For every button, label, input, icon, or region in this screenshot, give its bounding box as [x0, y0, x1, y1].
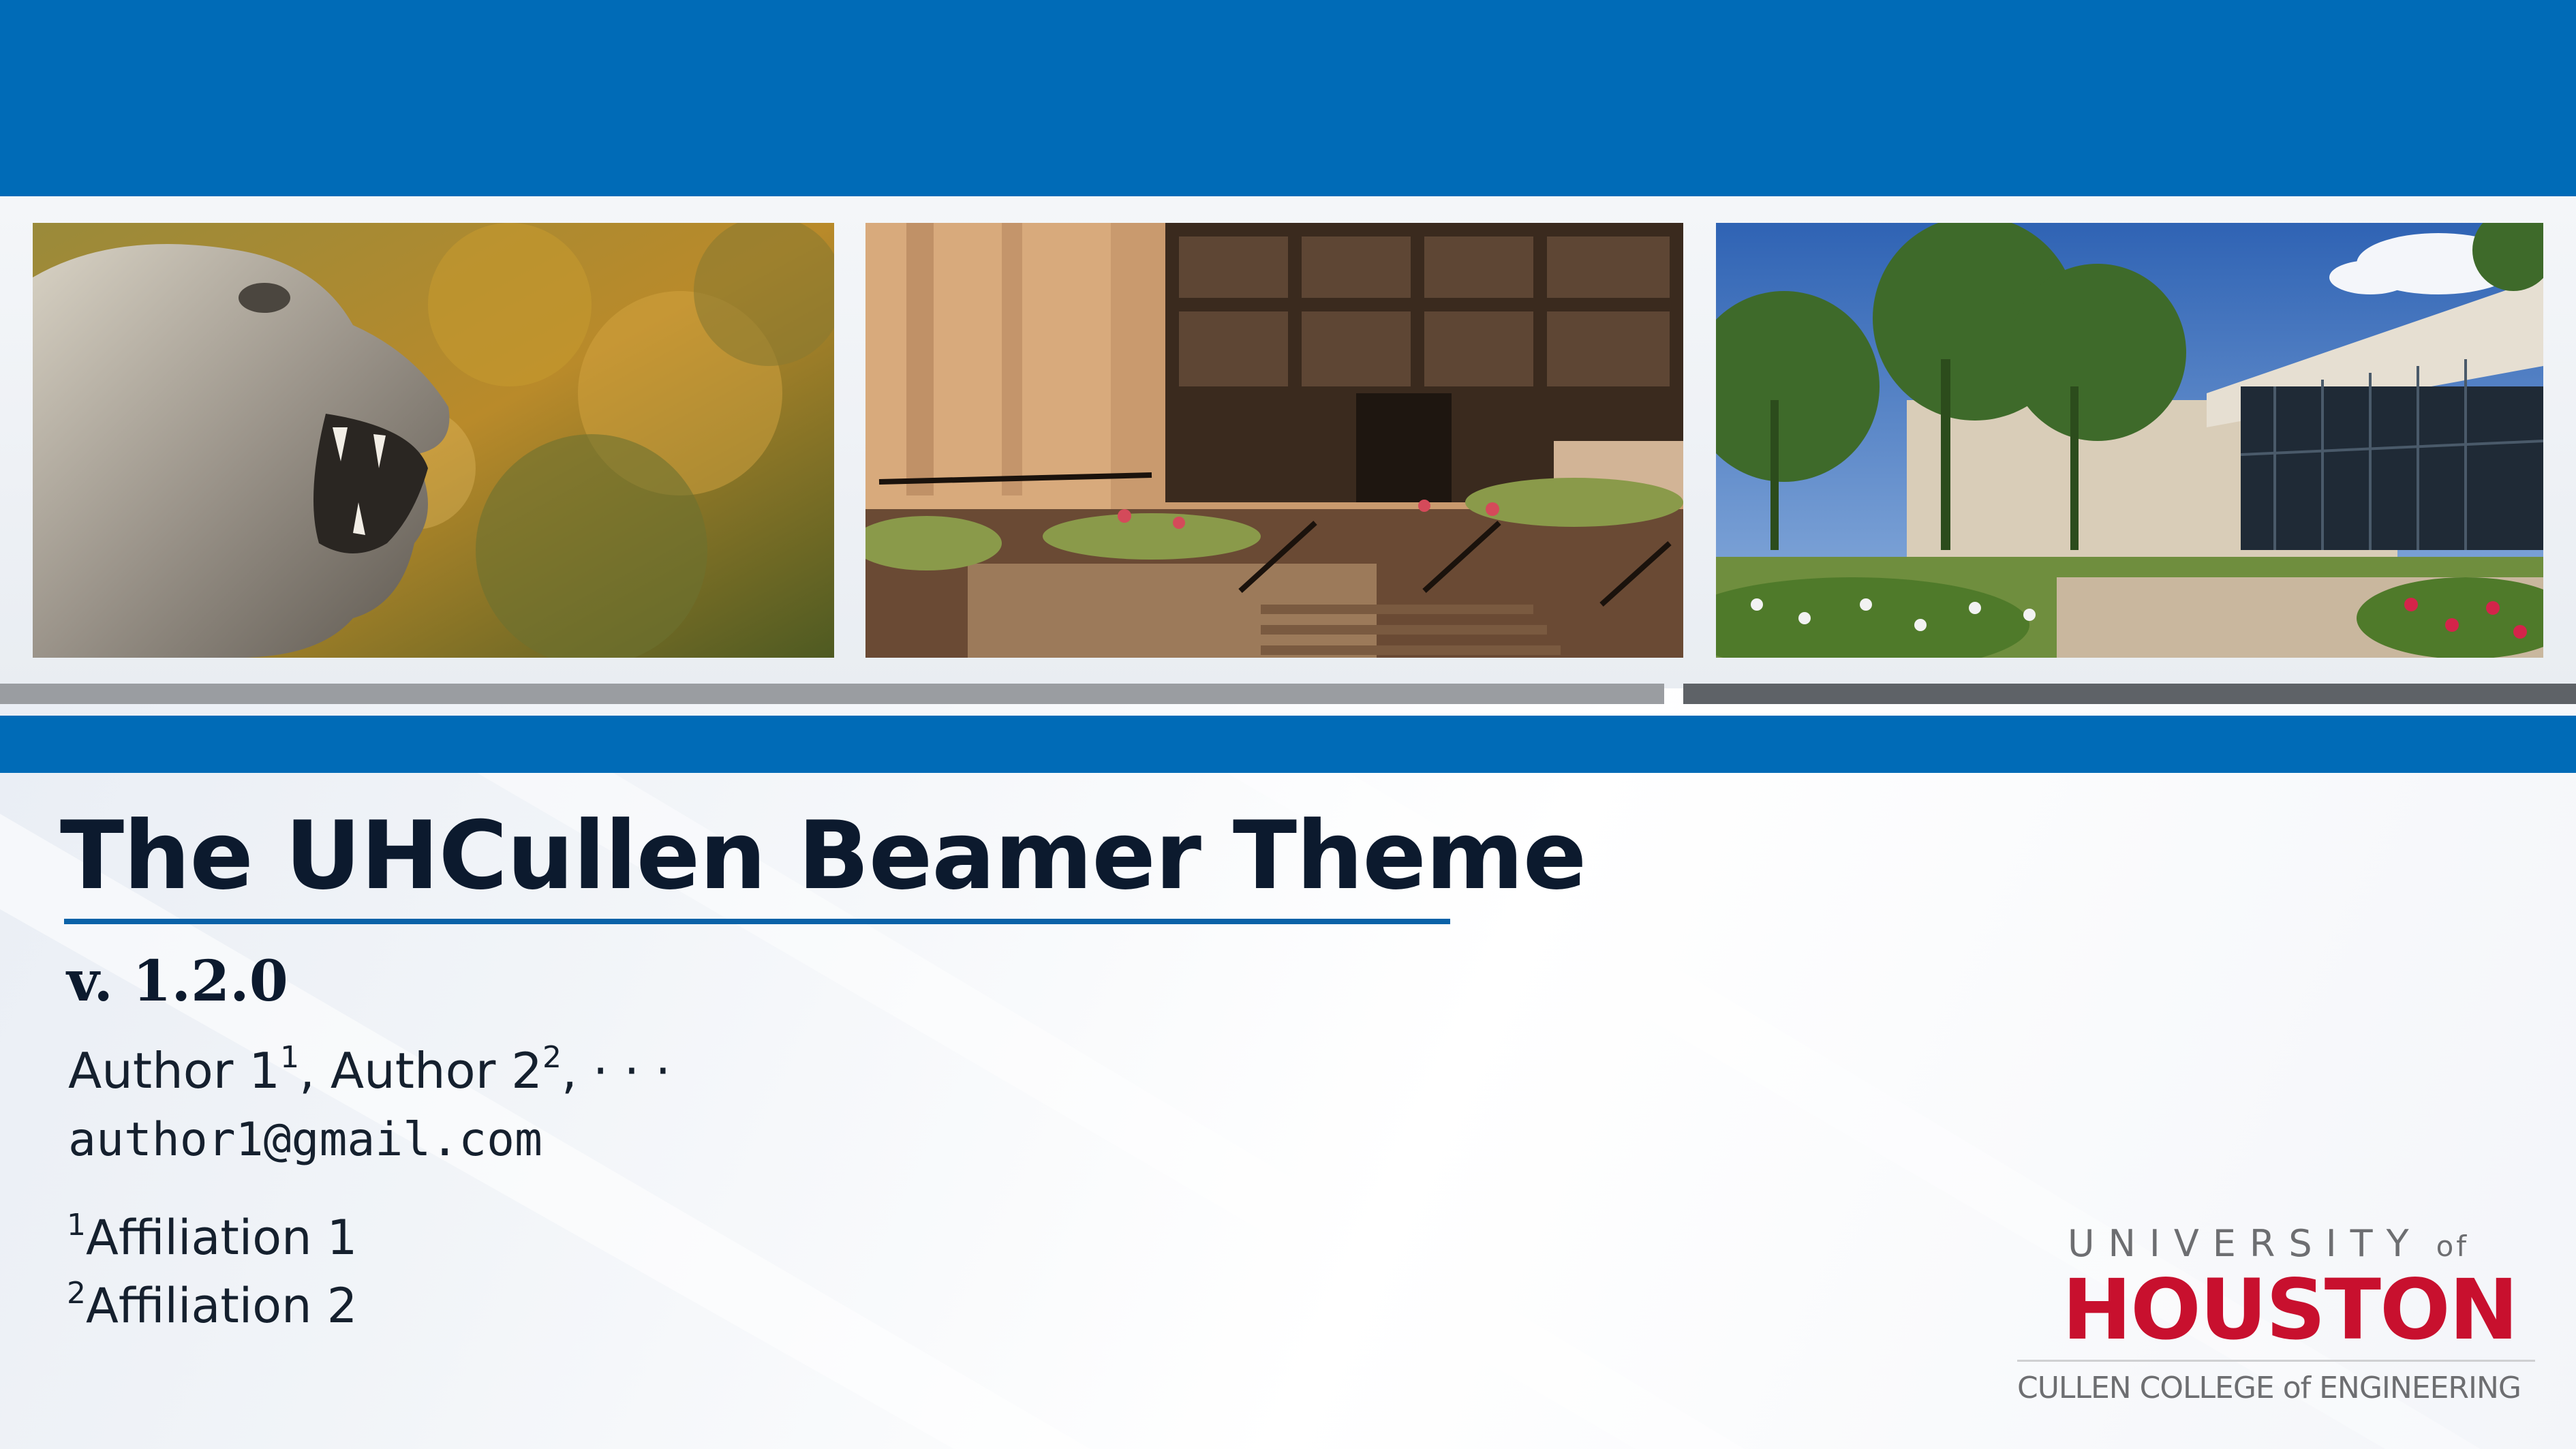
author-separator: ,: [299, 1042, 331, 1099]
engineering-building-photo: [1716, 223, 2543, 658]
author-list: Author 11, Author 22, · · ·: [68, 1033, 671, 1108]
affiliation-mark: 2: [67, 1276, 86, 1311]
logo-of-word: of: [2436, 1230, 2470, 1263]
logo-divider: [2017, 1360, 2535, 1362]
logo-college-text: CULLEN COLLEGE of ENGINEERING: [2017, 1371, 2521, 1405]
header-band: [0, 0, 2576, 196]
affiliation-name: Affiliation 2: [86, 1278, 358, 1334]
title-band: [0, 716, 2576, 773]
accent-bar-light: [0, 684, 1664, 704]
cullen-college-entrance-photo: [865, 223, 1683, 658]
accent-bar-dark: [1683, 684, 2576, 704]
affiliation-1: 1Affiliation 1: [67, 1204, 357, 1272]
slide-subtitle: v. 1.2.0: [67, 949, 288, 1014]
affiliation-mark: 1: [67, 1208, 86, 1242]
affiliation-2: 2Affiliation 2: [67, 1272, 357, 1340]
affiliation-name: Affiliation 1: [86, 1210, 358, 1266]
logo-houston-text: HOUSTON: [2062, 1262, 2519, 1358]
author-name: Author 2: [330, 1042, 542, 1099]
affiliation-mark: 2: [542, 1040, 562, 1075]
uh-cullen-logo: UNIVERSITY of HOUSTON CULLEN COLLEGE of E…: [2017, 1220, 2535, 1418]
author-email: author1@gmail.com: [68, 1113, 542, 1167]
cougar-statue-photo: [33, 223, 834, 658]
logo-university-word: UNIVERSITY: [2068, 1222, 2423, 1265]
author-separator: ,: [562, 1042, 593, 1099]
affiliation-mark: 1: [280, 1040, 300, 1075]
slide-title: The UHCullen Beamer Theme: [60, 801, 1586, 911]
logo-university-text: UNIVERSITY of: [2068, 1220, 2531, 1268]
author-name: Author 1: [68, 1042, 281, 1099]
authors-ellipsis: · · ·: [592, 1042, 671, 1099]
title-underline: [64, 919, 1450, 924]
